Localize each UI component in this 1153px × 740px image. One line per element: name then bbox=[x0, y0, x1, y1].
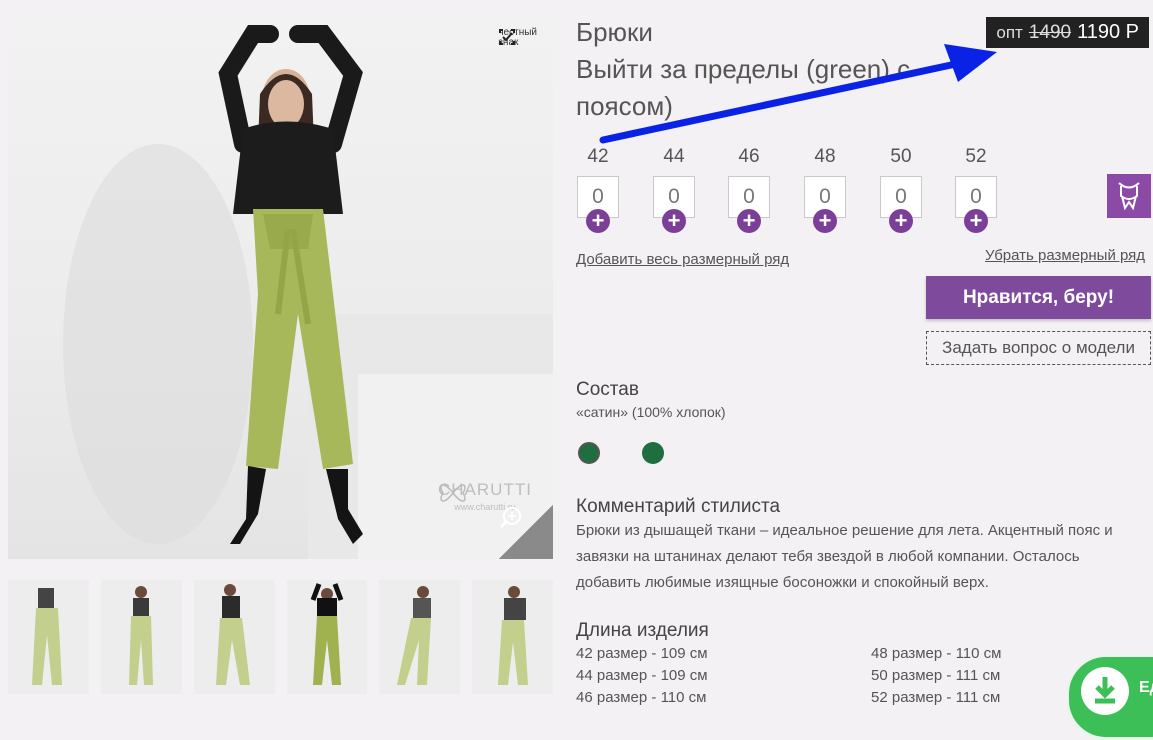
length-row: 46 размер - 110 см bbox=[576, 689, 707, 706]
zoom-in-icon bbox=[499, 507, 521, 529]
composition-text: «сатин» (100% хлопок) bbox=[576, 404, 726, 420]
size-label: 46 bbox=[738, 146, 760, 167]
download-label: Ед bbox=[1139, 679, 1153, 696]
plus-icon[interactable]: + bbox=[889, 209, 913, 233]
old-price: 1490 bbox=[1028, 21, 1072, 43]
thumbnail-strip bbox=[8, 580, 553, 694]
price-box: опт 1490 1190 Р bbox=[986, 17, 1149, 48]
thumbnail[interactable] bbox=[379, 580, 460, 694]
thumbnail-active[interactable] bbox=[287, 580, 367, 694]
thumbnail-image bbox=[397, 586, 431, 685]
size-chart-button[interactable] bbox=[1107, 174, 1151, 218]
color-swatch-selected[interactable] bbox=[578, 442, 600, 464]
thumbnail-image bbox=[216, 584, 250, 685]
composition-heading: Состав bbox=[576, 379, 639, 400]
size-selector: 42 0 + bbox=[575, 146, 621, 233]
plus-icon[interactable]: + bbox=[662, 209, 686, 233]
thumbnail[interactable] bbox=[8, 580, 89, 694]
price-prefix: опт bbox=[996, 22, 1023, 42]
download-icon bbox=[1081, 667, 1129, 715]
current-price: 1190 Р bbox=[1077, 21, 1139, 43]
size-selector: 48 0 + bbox=[802, 146, 848, 233]
length-row: 42 размер - 109 см bbox=[576, 645, 708, 662]
thumbnail[interactable] bbox=[472, 580, 553, 694]
product-main-image[interactable]: честный знак CHARUTTI www.charutti.ru bbox=[8, 14, 553, 559]
plus-icon[interactable]: + bbox=[586, 209, 610, 233]
size-label: 50 bbox=[890, 146, 912, 167]
brand-logo-icon bbox=[440, 484, 466, 502]
color-swatch[interactable] bbox=[642, 442, 664, 464]
length-row: 52 размер - 111 см bbox=[871, 689, 1001, 706]
check-icon bbox=[499, 29, 516, 45]
zoom-button[interactable] bbox=[499, 505, 553, 559]
length-row: 44 размер - 109 см bbox=[576, 667, 708, 684]
plus-icon[interactable]: + bbox=[964, 209, 988, 233]
plus-icon[interactable]: + bbox=[737, 209, 761, 233]
plus-icon[interactable]: + bbox=[813, 209, 837, 233]
model-photo bbox=[63, 25, 553, 559]
product-name: Выйти за пределы (green) с поясом) bbox=[576, 54, 911, 121]
thumbnail-image bbox=[498, 586, 528, 685]
size-label: 42 bbox=[587, 146, 609, 167]
product-category: Брюки bbox=[576, 17, 653, 47]
thumbnail-image bbox=[32, 588, 62, 685]
add-all-sizes-link[interactable]: Добавить весь размерный ряд bbox=[576, 251, 789, 268]
size-label: 52 bbox=[965, 146, 987, 167]
remove-size-row-link[interactable]: Убрать размерный ряд bbox=[985, 247, 1145, 264]
stylist-comment: Брюки из дышащей ткани – идеальное решен… bbox=[576, 522, 1113, 591]
thumbnail[interactable] bbox=[194, 580, 275, 694]
size-selector: 50 0 + bbox=[878, 146, 924, 233]
size-selector: 44 0 + bbox=[651, 146, 697, 233]
thumbnail[interactable] bbox=[101, 580, 182, 694]
size-selector: 46 0 + bbox=[726, 146, 772, 233]
buy-button[interactable]: Нравится, беру! bbox=[926, 276, 1151, 319]
download-floating-button[interactable]: Ед bbox=[1066, 654, 1153, 740]
size-label: 48 bbox=[814, 146, 836, 167]
length-row: 50 размер - 111 см bbox=[871, 667, 1001, 684]
thumbnail-image bbox=[310, 583, 344, 685]
length-heading: Длина изделия bbox=[576, 620, 709, 641]
thumbnail-image bbox=[129, 586, 153, 685]
ask-question-button[interactable]: Задать вопрос о модели bbox=[926, 331, 1151, 365]
length-row: 48 размер - 110 см bbox=[871, 645, 1002, 662]
stylist-heading: Комментарий стилиста bbox=[576, 496, 781, 517]
size-label: 44 bbox=[663, 146, 685, 167]
body-figure-icon bbox=[1118, 182, 1140, 211]
product-title: Брюки Выйти за пределы (green) с поясом) bbox=[576, 14, 996, 125]
honest-sign-badge: честный знак bbox=[498, 28, 537, 48]
size-selector: 52 0 + bbox=[953, 146, 999, 233]
